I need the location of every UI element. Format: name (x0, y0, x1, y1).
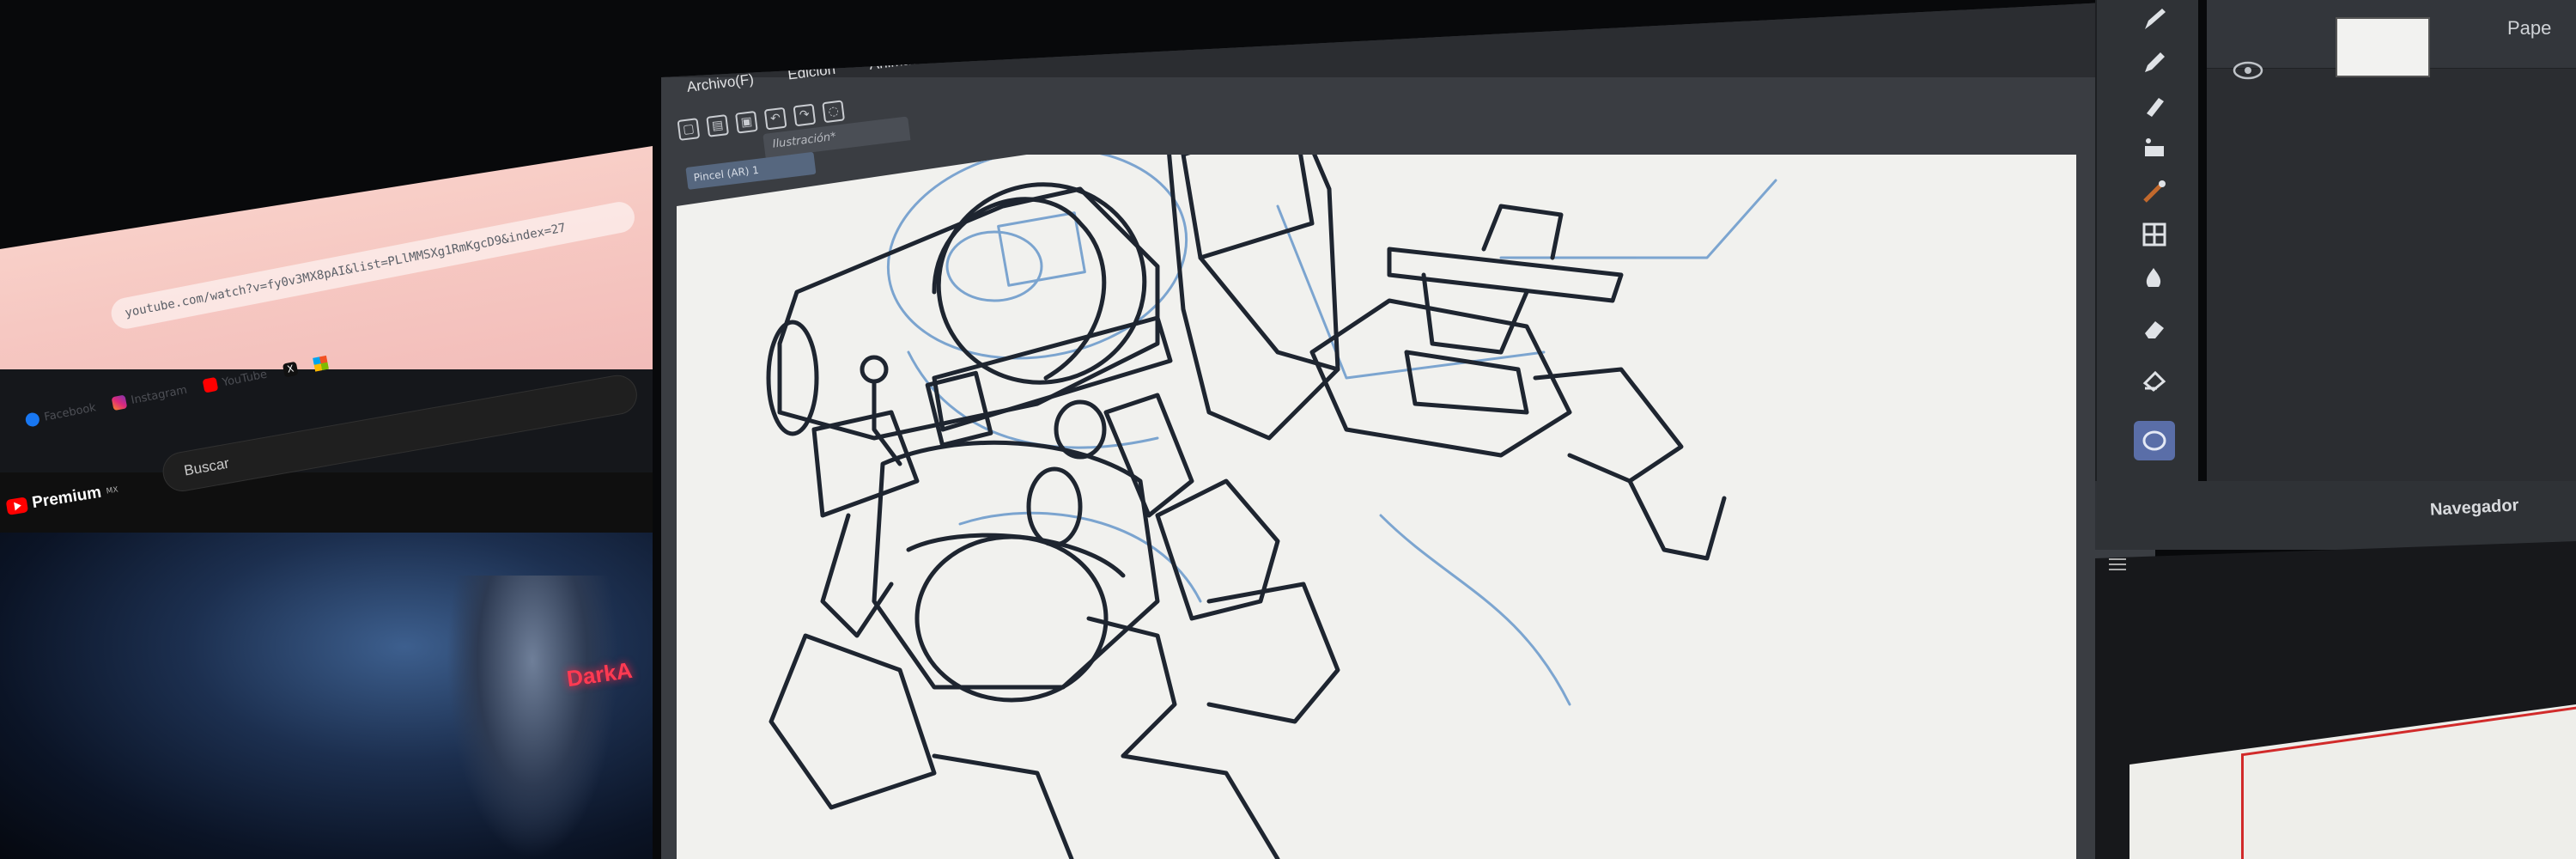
facebook-icon (24, 411, 41, 428)
bookmark-x[interactable]: X (282, 361, 299, 378)
brush-icon[interactable] (2134, 86, 2175, 125)
youtube-icon (202, 376, 219, 393)
drawing-app-window: Archivo(F) Edición Animación Capa ▢ ▤ ▣ … (661, 0, 2155, 859)
navigator-menu-icon[interactable] (2109, 558, 2126, 570)
menu-capa[interactable]: Capa (970, 40, 1007, 61)
fill-icon[interactable] (2134, 361, 2175, 400)
menu-edicion[interactable]: Edición (787, 61, 836, 84)
bookmark-facebook[interactable]: Facebook (24, 400, 97, 428)
menu-archivo[interactable]: Archivo(F) (686, 71, 755, 96)
robot-lineart (766, 155, 1777, 859)
open-folder-icon[interactable]: ▤ (706, 114, 730, 137)
redo-icon[interactable]: ↷ (793, 103, 817, 127)
layer-name-paper: Pape (2507, 17, 2552, 39)
youtube-region: MX (106, 485, 119, 497)
microsoft-icon (313, 355, 330, 372)
new-file-icon[interactable]: ▢ (677, 118, 701, 141)
decoration-icon[interactable] (2134, 172, 2175, 211)
drawing-canvas[interactable] (677, 155, 2076, 859)
bookmark-label: Instagram (130, 383, 189, 407)
eraser-icon[interactable] (2134, 309, 2175, 349)
bookmark-label: Facebook (43, 400, 97, 424)
figure-icon[interactable] (2134, 421, 2175, 460)
airbrush-icon[interactable] (2134, 129, 2175, 168)
bookmark-microsoft[interactable] (313, 355, 330, 372)
youtube-play-icon (5, 497, 29, 515)
instagram-icon (111, 394, 128, 411)
save-icon[interactable]: ▣ (735, 110, 758, 134)
x-icon: X (282, 361, 299, 378)
loading-icon[interactable]: ◌ (822, 100, 846, 124)
blend-icon[interactable] (2134, 258, 2175, 297)
pen-tool-icon[interactable] (2134, 0, 2175, 40)
grid-icon[interactable] (2134, 215, 2175, 254)
pencil-icon[interactable] (2134, 43, 2175, 82)
undo-icon[interactable]: ↶ (763, 107, 787, 131)
layer-thumbnail (2336, 17, 2430, 77)
browser-window: youtube.com/watch?v=fy0v3MX8pAI&list=PLl… (0, 146, 653, 859)
bookmark-instagram[interactable]: Instagram (111, 383, 189, 411)
brush-selector[interactable]: Pincel (AR) 1 (685, 151, 817, 190)
eye-icon[interactable] (2233, 60, 2263, 81)
bookmark-label: YouTube (221, 368, 269, 389)
bookmark-youtube[interactable]: YouTube (202, 368, 269, 393)
video-person (447, 576, 618, 859)
